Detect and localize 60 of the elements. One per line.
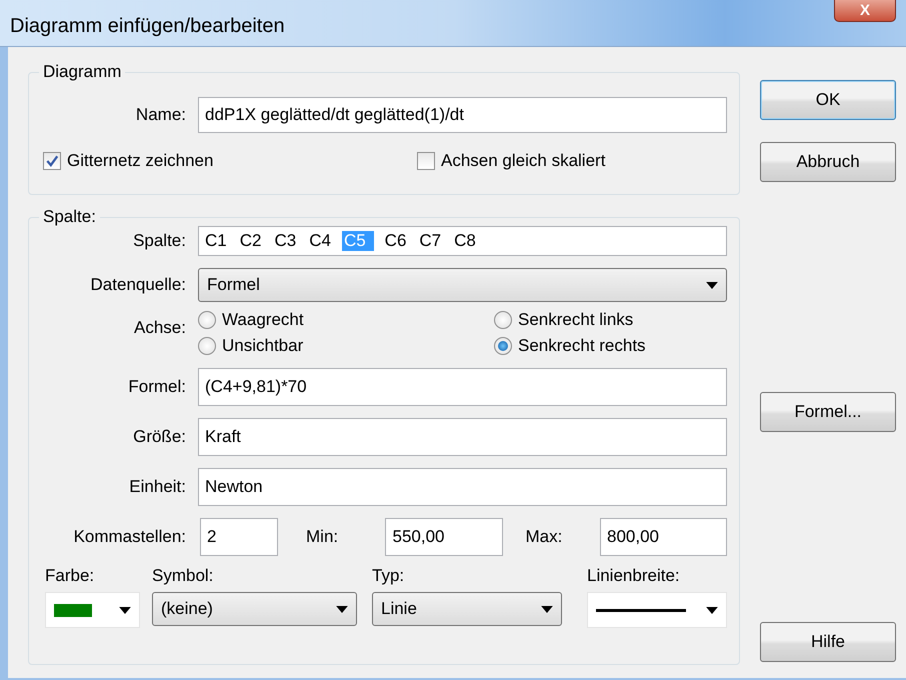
checkbox[interactable] — [43, 152, 61, 170]
text-field[interactable]: Kraft — [198, 418, 727, 456]
checkbox-label: Gitternetz zeichnen — [67, 151, 214, 171]
max-field[interactable]: 800,00 — [600, 518, 727, 556]
data-source-dropdown[interactable]: Formel — [198, 268, 727, 302]
type-dropdown[interactable]: Linie — [372, 592, 562, 626]
column-token[interactable]: C2 — [238, 231, 264, 251]
column-token[interactable]: C7 — [417, 231, 444, 251]
radio-label: Senkrecht rechts — [518, 336, 646, 356]
line-width-dropdown[interactable] — [587, 592, 727, 628]
field-label: Datenquelle: — [90, 275, 186, 295]
color-swatch — [54, 604, 92, 616]
field-label: Name: — [134, 105, 186, 125]
caret-icon — [119, 606, 131, 614]
min-field[interactable]: 550,00 — [385, 518, 504, 556]
radio-button[interactable] — [494, 311, 512, 329]
field-label: Achse: — [133, 317, 186, 338]
dialog-button[interactable]: Hilfe — [760, 622, 896, 662]
text-field[interactable]: (C4+9,81)*70 — [198, 368, 727, 406]
window-title: Diagramm einfügen/bearbeiten — [9, 15, 285, 39]
column-token[interactable]: C1 — [203, 231, 229, 251]
field-label: Kommastellen: — [72, 527, 186, 547]
text-field[interactable]: Newton — [198, 468, 727, 506]
checkbox-label: Achsen gleich skaliert — [441, 151, 606, 171]
decimals-field[interactable]: 2 — [200, 518, 278, 556]
radio-button[interactable] — [494, 337, 512, 355]
field-label: Farbe: — [45, 566, 96, 586]
radio-label: Waagrecht — [222, 310, 304, 330]
field-label: Typ: — [372, 566, 406, 586]
column-field[interactable]: C1 C2 C3 C4 C5 C6 C7 C8 — [198, 226, 727, 256]
dialog-button[interactable]: Abbruch — [760, 142, 896, 182]
column-token[interactable]: C8 — [452, 231, 478, 251]
group-title: Spalte: — [39, 207, 100, 227]
field-label: Min: — [305, 527, 340, 547]
caret-icon — [541, 606, 553, 612]
field-label: Spalte: — [132, 231, 186, 251]
radio-button[interactable] — [198, 311, 216, 329]
dialog-button[interactable]: Formel... — [760, 392, 896, 432]
checkbox[interactable] — [417, 152, 435, 170]
group-title: Diagramm — [39, 62, 126, 82]
field-label: Linienbreite: — [587, 566, 681, 586]
field-label: Symbol: — [152, 566, 214, 586]
column-token[interactable]: C4 — [307, 231, 333, 251]
field-label: Größe: — [132, 427, 186, 447]
field-label: Einheit: — [128, 477, 186, 497]
color-dropdown[interactable] — [45, 592, 140, 628]
line-sample-icon — [596, 608, 686, 612]
field-label: Formel: — [127, 377, 186, 397]
radio-label: Unsichtbar — [222, 336, 304, 356]
column-token[interactable]: C3 — [272, 231, 298, 251]
caret-icon — [336, 606, 348, 612]
dialog-button[interactable]: OK — [760, 80, 896, 120]
radio-button[interactable] — [198, 337, 216, 355]
caret-icon — [706, 606, 718, 614]
column-token[interactable]: C6 — [382, 231, 408, 251]
radio-label: Senkrecht links — [518, 310, 634, 330]
name-field[interactable]: ddP1X geglätted/dt geglätted(1)/dt — [198, 97, 727, 133]
symbol-dropdown[interactable]: (keine) — [152, 592, 357, 626]
caret-icon — [706, 282, 718, 288]
field-label: Max: — [524, 527, 564, 547]
